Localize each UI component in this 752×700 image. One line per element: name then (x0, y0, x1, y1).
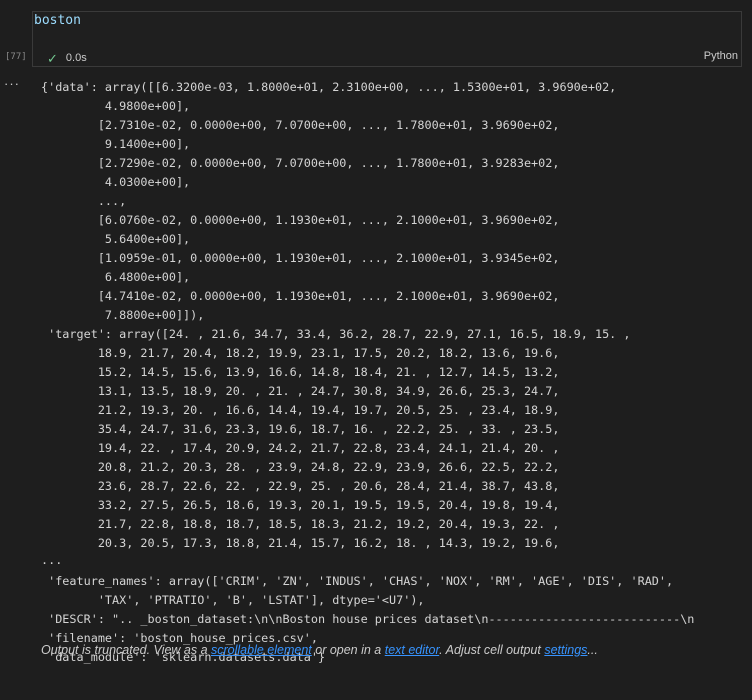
output-line: 21.2, 19.3, 20. , 16.6, 14.4, 19.4, 19.7… (41, 403, 560, 417)
output-ellipsis: ... (41, 553, 63, 567)
cell-code-text[interactable]: boston (34, 13, 81, 28)
output-line: [4.7410e-02, 0.0000e+00, 1.1930e+01, ...… (41, 289, 560, 303)
code-cell[interactable] (32, 11, 742, 67)
kernel-language-label[interactable]: Python (704, 50, 738, 62)
output-line: 6.4800e+00], (41, 270, 191, 284)
output-line: 19.4, 22. , 17.4, 20.9, 24.2, 21.7, 22.8… (41, 441, 560, 455)
output-line: 20.8, 21.2, 20.3, 28. , 23.9, 24.8, 22.9… (41, 460, 560, 474)
output-line: 7.8800e+00]]), (41, 308, 205, 322)
truncation-prefix: Output is truncated. View as a (41, 643, 212, 657)
output-line: 4.9800e+00], (41, 99, 191, 113)
scrollable-element-link[interactable]: scrollable element (211, 643, 312, 657)
output-line: 'TAX', 'PTRATIO', 'B', 'LSTAT'], dtype='… (41, 593, 425, 607)
execution-duration: 0.0s (65, 52, 87, 64)
output-line: 33.2, 27.5, 26.5, 18.6, 19.3, 20.1, 19.5… (41, 498, 560, 512)
output-line: 18.9, 21.7, 20.4, 18.2, 19.9, 23.1, 17.5… (41, 346, 560, 360)
output-line: {'data': array([[6.3200e-03, 1.8000e+01,… (41, 80, 617, 94)
truncation-suffix: ... (587, 643, 598, 657)
truncation-notice: Output is truncated. View as a scrollabl… (41, 643, 598, 657)
output-line: 'DESCR': ".. _boston_dataset:\n\nBoston … (41, 612, 695, 626)
output-line: 'target': array([24. , 21.6, 34.7, 33.4,… (41, 327, 631, 341)
output-line: 9.1400e+00], (41, 137, 191, 151)
cell-output: {'data': array([[6.3200e-03, 1.8000e+01,… (41, 78, 752, 553)
output-line: [1.0959e-01, 0.0000e+00, 1.1930e+01, ...… (41, 251, 560, 265)
output-line: 20.3, 20.5, 17.3, 18.8, 21.4, 15.7, 16.2… (41, 536, 560, 550)
output-line: 4.0300e+00], (41, 175, 191, 189)
output-line: [6.0760e-02, 0.0000e+00, 1.1930e+01, ...… (41, 213, 560, 227)
output-line: ..., (41, 194, 127, 208)
check-icon: ✓ (47, 50, 58, 66)
output-line: [2.7310e-02, 0.0000e+00, 7.0700e+00, ...… (41, 118, 560, 132)
output-actions-icon[interactable]: ··· (4, 76, 20, 91)
output-line: [2.7290e-02, 0.0000e+00, 7.0700e+00, ...… (41, 156, 560, 170)
text-editor-link[interactable]: text editor (385, 643, 439, 657)
output-line: 15.2, 14.5, 15.6, 13.9, 16.6, 14.8, 18.4… (41, 365, 560, 379)
output-line: 35.4, 24.7, 31.6, 23.3, 19.6, 18.7, 16. … (41, 422, 560, 436)
output-line: 5.6400e+00], (41, 232, 191, 246)
execution-count: [77] (5, 52, 27, 62)
output-line: 23.6, 28.7, 22.6, 22. , 22.9, 25. , 20.6… (41, 479, 560, 493)
settings-link[interactable]: settings (544, 643, 587, 657)
cell-status: ✓ 0.0s (47, 50, 87, 66)
output-line: 21.7, 22.8, 18.8, 18.7, 18.5, 18.3, 21.2… (41, 517, 560, 531)
truncation-middle: or open in a (311, 643, 385, 657)
output-line: 'feature_names': array(['CRIM', 'ZN', 'I… (41, 574, 674, 588)
truncation-middle-2: . Adjust cell output (439, 643, 545, 657)
output-line: 13.1, 13.5, 18.9, 20. , 21. , 24.7, 30.8… (41, 384, 560, 398)
